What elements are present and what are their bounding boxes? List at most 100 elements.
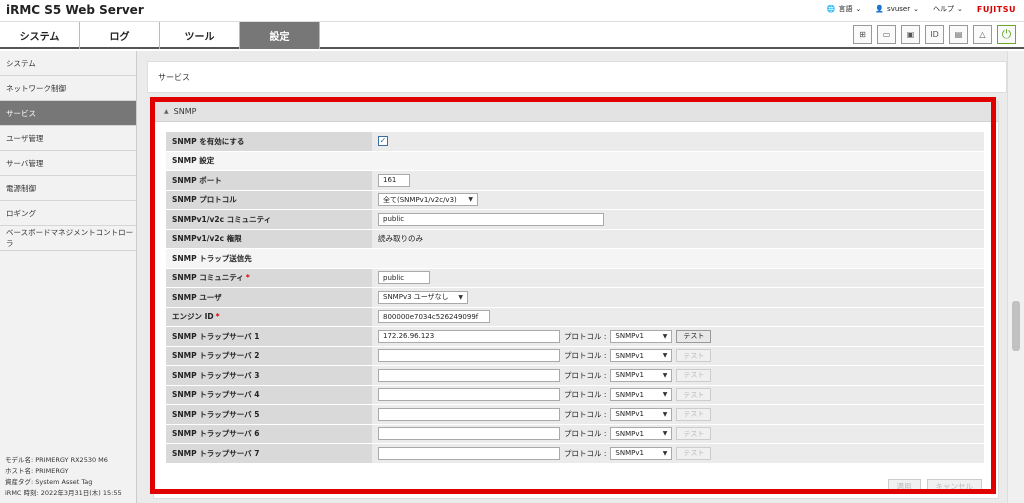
trap-server-row: SNMP トラップサーバ 4 プロトコル : SNMPv1 ▼ テスト <box>166 385 984 405</box>
trap-protocol-select[interactable]: SNMPv1 ▼ <box>610 368 673 382</box>
card-icon[interactable]: ▤ <box>949 25 968 44</box>
chevron-down-icon: ▼ <box>662 352 668 360</box>
engine-id-label: エンジン ID * <box>166 307 372 326</box>
top-right-menu: 🌐 言語 ⌄ 👤 svuser ⌄ ヘルプ ⌄ FUJITSU <box>827 4 1016 14</box>
sidebar-item-bmc[interactable]: ベースボードマネジメントコントローラ <box>0 226 136 251</box>
user-icon: 👤 <box>875 5 885 13</box>
chevron-down-icon: ⌄ <box>913 5 919 13</box>
trap-server-label: SNMP トラップサーバ 6 <box>166 424 372 443</box>
snmp-section: ▲ SNMP SNMP を有効にする ✓ SNMP 設定 SNMP ポート 16… <box>153 101 999 499</box>
tab-system[interactable]: システム <box>0 22 80 49</box>
check-icon: ✓ <box>379 136 387 146</box>
chevron-down-icon: ▼ <box>662 410 668 418</box>
tree-icon[interactable]: ⊞ <box>853 25 872 44</box>
snmp-port-input[interactable]: 161 <box>378 173 410 187</box>
trap-server-input[interactable] <box>378 446 560 460</box>
form-subheading: SNMP トラップ送信先 <box>166 249 984 269</box>
test-button[interactable]: テスト <box>676 329 712 343</box>
trap-protocol-value: SNMPv1 <box>615 390 644 399</box>
trap-protocol-select[interactable]: SNMPv1 ▼ <box>610 407 673 421</box>
trap-server-input[interactable] <box>378 427 560 441</box>
model-name: モデル名: PRIMERGY RX2530 M6 <box>5 456 108 464</box>
help-menu[interactable]: ヘルプ ⌄ <box>933 4 963 14</box>
sidebar-item-system[interactable]: システム <box>0 51 136 76</box>
protocol-label: プロトコル : <box>564 351 607 361</box>
snmp-trap-heading: SNMP トラップ送信先 <box>166 249 984 268</box>
snmp-form: SNMP を有効にする ✓ SNMP 設定 SNMP ポート 161 SNMP … <box>166 132 984 464</box>
globe-icon: 🌐 <box>826 5 836 13</box>
trap-protocol-select[interactable]: SNMPv1 ▼ <box>610 329 673 343</box>
chevron-down-icon: ▼ <box>662 449 668 457</box>
trap-server-input[interactable] <box>378 407 560 421</box>
tab-tools[interactable]: ツール <box>160 22 240 49</box>
trap-server-input[interactable] <box>378 368 560 382</box>
sidebar: システム ネットワーク制御 サービス ユーザ管理 サーバ管理 電源制御 ロギング… <box>0 51 137 503</box>
tab-settings[interactable]: 設定 <box>240 22 320 49</box>
test-button: テスト <box>676 407 712 421</box>
page-scrollbar[interactable] <box>1007 51 1024 503</box>
snmp-protocol-label: SNMP プロトコル <box>166 190 372 209</box>
engine-id-input[interactable]: 800000e7034c526249099f <box>378 310 490 324</box>
enable-snmp-checkbox[interactable]: ✓ <box>378 136 388 147</box>
scrollbar-thumb[interactable] <box>1012 301 1020 351</box>
trap-protocol-value: SNMPv1 <box>615 371 644 380</box>
trap-protocol-value: SNMPv1 <box>615 332 644 341</box>
form-row: SNMP プロトコル 全て(SNMPv1/v2c/v3) ▼ <box>166 190 984 210</box>
trap-server-row: SNMP トラップサーバ 1 172.26.96.123 プロトコル : SNM… <box>166 327 984 347</box>
system-info: モデル名: PRIMERGY RX2530 M6 ホスト名: PRIMERGY … <box>5 455 122 499</box>
form-subheading: SNMP 設定 <box>166 151 984 171</box>
sidebar-item-services[interactable]: サービス <box>0 101 136 126</box>
tab-log[interactable]: ログ <box>80 22 160 49</box>
snmp-permission-value: 読み取りのみ <box>378 234 423 244</box>
chevron-down-icon: ▼ <box>468 196 473 204</box>
sidebar-item-server-management[interactable]: サーバ管理 <box>0 151 136 176</box>
trap-user-select[interactable]: SNMPv3 ユーザなし ▼ <box>378 290 468 304</box>
trap-server-label: SNMP トラップサーバ 7 <box>166 444 372 463</box>
trap-server-label: SNMP トラップサーバ 3 <box>166 366 372 385</box>
trap-server-input[interactable] <box>378 349 560 363</box>
sidebar-item-network[interactable]: ネットワーク制御 <box>0 76 136 101</box>
snmp-section-header[interactable]: ▲ SNMP <box>154 102 998 122</box>
form-row: SNMPv1/v2c 権限 読み取りのみ <box>166 229 984 249</box>
trap-community-input[interactable]: public <box>378 271 430 285</box>
toolbar-icons: ⊞ ▭ ▣ ID ▤ △ ⏻ <box>853 25 1016 44</box>
form-row: SNMP ユーザ SNMPv3 ユーザなし ▼ <box>166 288 984 308</box>
sidebar-item-user-management[interactable]: ユーザ管理 <box>0 126 136 151</box>
id-icon[interactable]: ID <box>925 25 944 44</box>
trap-protocol-select[interactable]: SNMPv1 ▼ <box>610 388 673 402</box>
user-label: svuser <box>887 5 911 13</box>
user-menu[interactable]: 👤 svuser ⌄ <box>875 5 919 13</box>
form-row: SNMP ポート 161 <box>166 171 984 191</box>
form-actions: 適用 キャンセル <box>887 479 982 494</box>
chevron-down-icon: ⌄ <box>956 5 963 13</box>
snmp-community-input[interactable]: public <box>378 212 604 226</box>
trap-server-label: SNMP トラップサーバ 4 <box>166 385 372 404</box>
warning-icon[interactable]: △ <box>973 25 992 44</box>
language-menu[interactable]: 🌐 言語 ⌄ <box>827 4 862 14</box>
trap-server-label: SNMP トラップサーバ 1 <box>166 327 372 346</box>
power-icon[interactable]: ⏻ <box>997 25 1016 44</box>
trap-server-row: SNMP トラップサーバ 3 プロトコル : SNMPv1 ▼ テスト <box>166 366 984 386</box>
snmp-protocol-select[interactable]: 全て(SNMPv1/v2c/v3) ▼ <box>378 193 478 207</box>
form-row: SNMP を有効にする ✓ <box>166 132 984 152</box>
trap-protocol-select[interactable]: SNMPv1 ▼ <box>610 349 673 363</box>
trap-server-input[interactable]: 172.26.96.123 <box>378 329 560 343</box>
trap-protocol-select[interactable]: SNMPv1 ▼ <box>610 427 673 441</box>
form-row: エンジン ID * 800000e7034c526249099f <box>166 307 984 327</box>
required-marker: * <box>215 312 220 322</box>
protocol-label: プロトコル : <box>564 370 607 380</box>
trap-server-label: SNMP トラップサーバ 2 <box>166 346 372 365</box>
page-header: サービス <box>147 61 1007 93</box>
protocol-label: プロトコル : <box>564 429 607 439</box>
sidebar-item-power-control[interactable]: 電源制御 <box>0 176 136 201</box>
trap-server-row: SNMP トラップサーバ 2 プロトコル : SNMPv1 ▼ テスト <box>166 346 984 366</box>
protocol-label: プロトコル : <box>564 331 607 341</box>
trap-server-input[interactable] <box>378 388 560 402</box>
trap-protocol-select[interactable]: SNMPv1 ▼ <box>610 446 673 460</box>
console-icon[interactable]: ▭ <box>877 25 896 44</box>
window-icon[interactable]: ▣ <box>901 25 920 44</box>
chevron-down-icon: ▼ <box>458 293 463 301</box>
sidebar-item-logging[interactable]: ロギング <box>0 201 136 226</box>
trap-server-row: SNMP トラップサーバ 6 プロトコル : SNMPv1 ▼ テスト <box>166 424 984 444</box>
brand-logo: FUJITSU <box>976 4 1016 14</box>
